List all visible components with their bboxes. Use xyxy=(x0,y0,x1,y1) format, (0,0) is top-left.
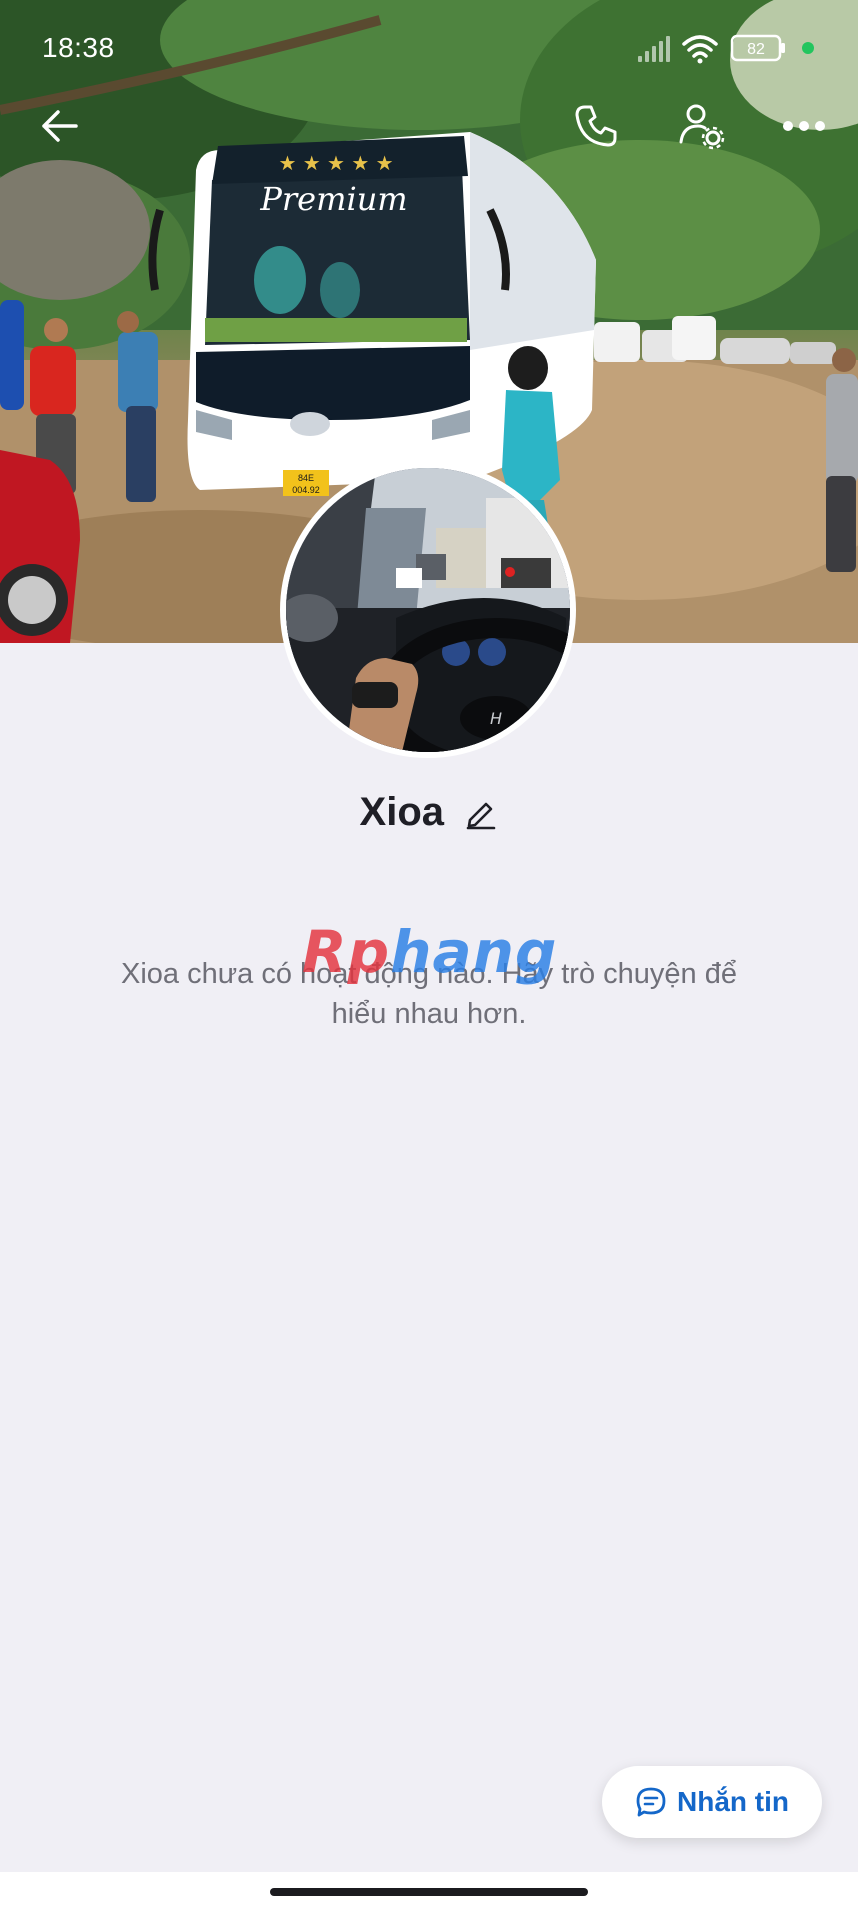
pencil-icon[interactable] xyxy=(464,796,498,830)
call-button[interactable] xyxy=(566,96,626,156)
watermark-logo: Rphang xyxy=(302,918,557,986)
wifi-icon xyxy=(682,35,718,64)
avatar-photo: H xyxy=(286,468,570,752)
empty-activity-line-2: hiểu nhau hơn. xyxy=(331,998,527,1030)
user-settings-icon xyxy=(679,104,725,150)
watermark-part-1: Rp xyxy=(302,918,391,986)
more-button[interactable] xyxy=(774,96,834,156)
user-settings-button[interactable] xyxy=(672,96,732,156)
chat-bubble-icon xyxy=(636,1787,666,1817)
status-icons: 82 xyxy=(638,34,814,64)
message-button-label: Nhắn tin xyxy=(677,1786,789,1817)
cellular-signal-icon xyxy=(638,36,670,62)
plate-line-2: 004.92 xyxy=(292,485,320,495)
back-button[interactable] xyxy=(30,96,90,156)
message-button[interactable]: Nhắn tin xyxy=(602,1766,822,1838)
home-indicator[interactable] xyxy=(270,1888,588,1896)
profile-name-row: Xioa xyxy=(0,790,858,835)
avatar[interactable]: H xyxy=(280,462,576,758)
bus-sign-text: Premium xyxy=(259,180,407,218)
status-bar: 18:38 82 xyxy=(0,0,858,100)
status-time: 18:38 xyxy=(42,32,115,63)
profile-name: Xioa xyxy=(359,790,445,834)
battery-icon: 82 xyxy=(730,34,785,62)
top-navigation xyxy=(0,96,858,156)
battery-level: 82 xyxy=(747,41,765,58)
more-dots-icon xyxy=(783,121,825,131)
wheel-logo: H xyxy=(490,709,502,728)
watermark-part-2: hang xyxy=(390,918,558,986)
plate-line-1: 84E xyxy=(298,473,314,483)
back-arrow-icon xyxy=(42,110,78,142)
phone-icon xyxy=(575,105,617,147)
status-dot xyxy=(802,42,814,54)
